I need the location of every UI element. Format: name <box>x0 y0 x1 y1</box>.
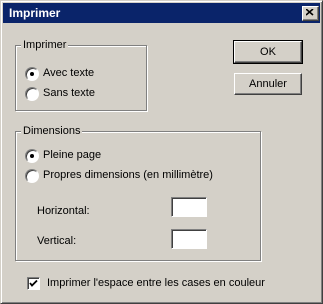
radio-button[interactable] <box>25 67 39 81</box>
close-button[interactable] <box>302 6 319 21</box>
spacing-color-checkbox[interactable] <box>27 277 40 290</box>
group-legend: Dimensions <box>21 125 83 138</box>
ok-button-label: OK <box>260 46 276 58</box>
title-bar[interactable]: Imprimer <box>3 3 320 23</box>
dimensions-group: Dimensions Pleine page Propres dimension… <box>15 125 261 261</box>
cancel-button-label: Annuler <box>249 78 287 90</box>
horizontal-input[interactable] <box>171 197 207 217</box>
radio-label: Propres dimensions (en millimètre) <box>43 169 213 181</box>
print-mode-group: Imprimer Avec texte Sans texte <box>15 39 147 111</box>
window-title: Imprimer <box>9 6 61 20</box>
horizontal-label: Horizontal: <box>37 205 90 217</box>
ok-button[interactable]: OK <box>233 40 303 64</box>
radio-label: Sans texte <box>43 87 95 99</box>
radio-button[interactable] <box>25 87 39 101</box>
checkmark-icon <box>29 279 38 287</box>
radio-label: Pleine page <box>43 149 102 161</box>
radio-label: Avec texte <box>43 67 95 79</box>
radio-button[interactable] <box>25 149 39 163</box>
vertical-input[interactable] <box>171 229 207 249</box>
spacing-color-checkbox-label: Imprimer l'espace entre les cases en cou… <box>47 277 265 289</box>
spacing-color-checkbox-row[interactable]: Imprimer l'espace entre les cases en cou… <box>27 277 317 291</box>
radio-button[interactable] <box>25 169 39 183</box>
vertical-label: Vertical: <box>37 235 77 247</box>
close-icon <box>306 9 314 16</box>
cancel-button[interactable]: Annuler <box>234 73 302 95</box>
radio-selected-dot <box>30 154 34 158</box>
group-legend: Imprimer <box>21 39 69 52</box>
print-dialog: Imprimer Imprimer Avec texte Sans texte … <box>0 0 323 304</box>
radio-selected-dot <box>30 72 34 76</box>
